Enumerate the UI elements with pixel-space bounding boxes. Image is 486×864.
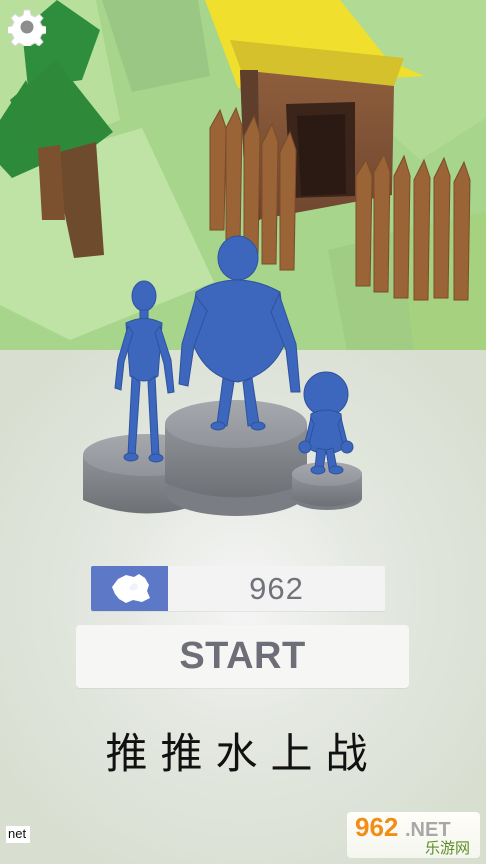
settings-button[interactable]	[4, 4, 50, 50]
country-score-bar: 962	[91, 566, 385, 611]
site-watermark-logo: 962 .NET 乐游网	[347, 812, 480, 858]
score-panel: 962	[168, 566, 385, 611]
antarctica-flag-icon	[111, 574, 150, 603]
flag-panel	[91, 566, 168, 611]
score-value: 962	[249, 570, 304, 606]
svg-text:乐游网: 乐游网	[425, 839, 470, 857]
net-label: net	[6, 826, 31, 843]
svg-text:962: 962	[355, 812, 398, 842]
svg-text:.NET: .NET	[405, 819, 451, 841]
gear-icon	[8, 9, 46, 46]
game-title: 推推水上战	[105, 729, 381, 778]
start-button[interactable]: START	[76, 625, 409, 688]
